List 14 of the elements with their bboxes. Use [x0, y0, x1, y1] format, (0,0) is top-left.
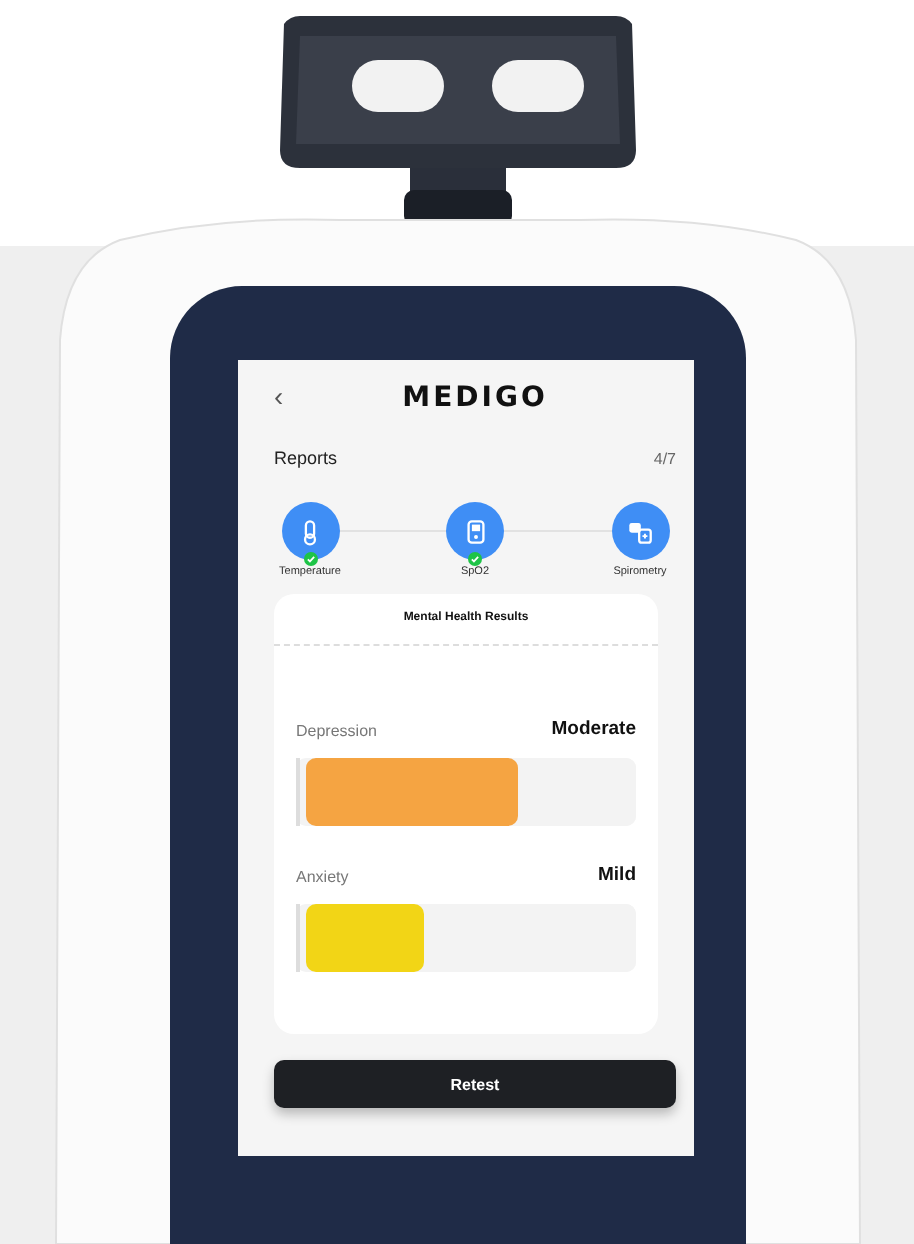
oximeter-icon — [461, 517, 489, 545]
progress-count: 4/7 — [653, 449, 676, 467]
step-button[interactable] — [446, 502, 504, 560]
section-title: Reports — [274, 448, 338, 468]
result-rating: Moderate — [551, 718, 636, 740]
spirometer-icon — [626, 517, 654, 545]
result-label: Anxiety — [296, 868, 349, 886]
result-label: Depression — [296, 722, 377, 740]
step-button[interactable] — [611, 502, 669, 560]
back-button[interactable]: ‹ — [274, 378, 284, 414]
retest-button[interactable]: Retest — [274, 1060, 676, 1108]
logo: MEDIGO — [402, 382, 548, 414]
result-rating: Mild — [598, 864, 636, 886]
step-button[interactable] — [281, 502, 339, 560]
